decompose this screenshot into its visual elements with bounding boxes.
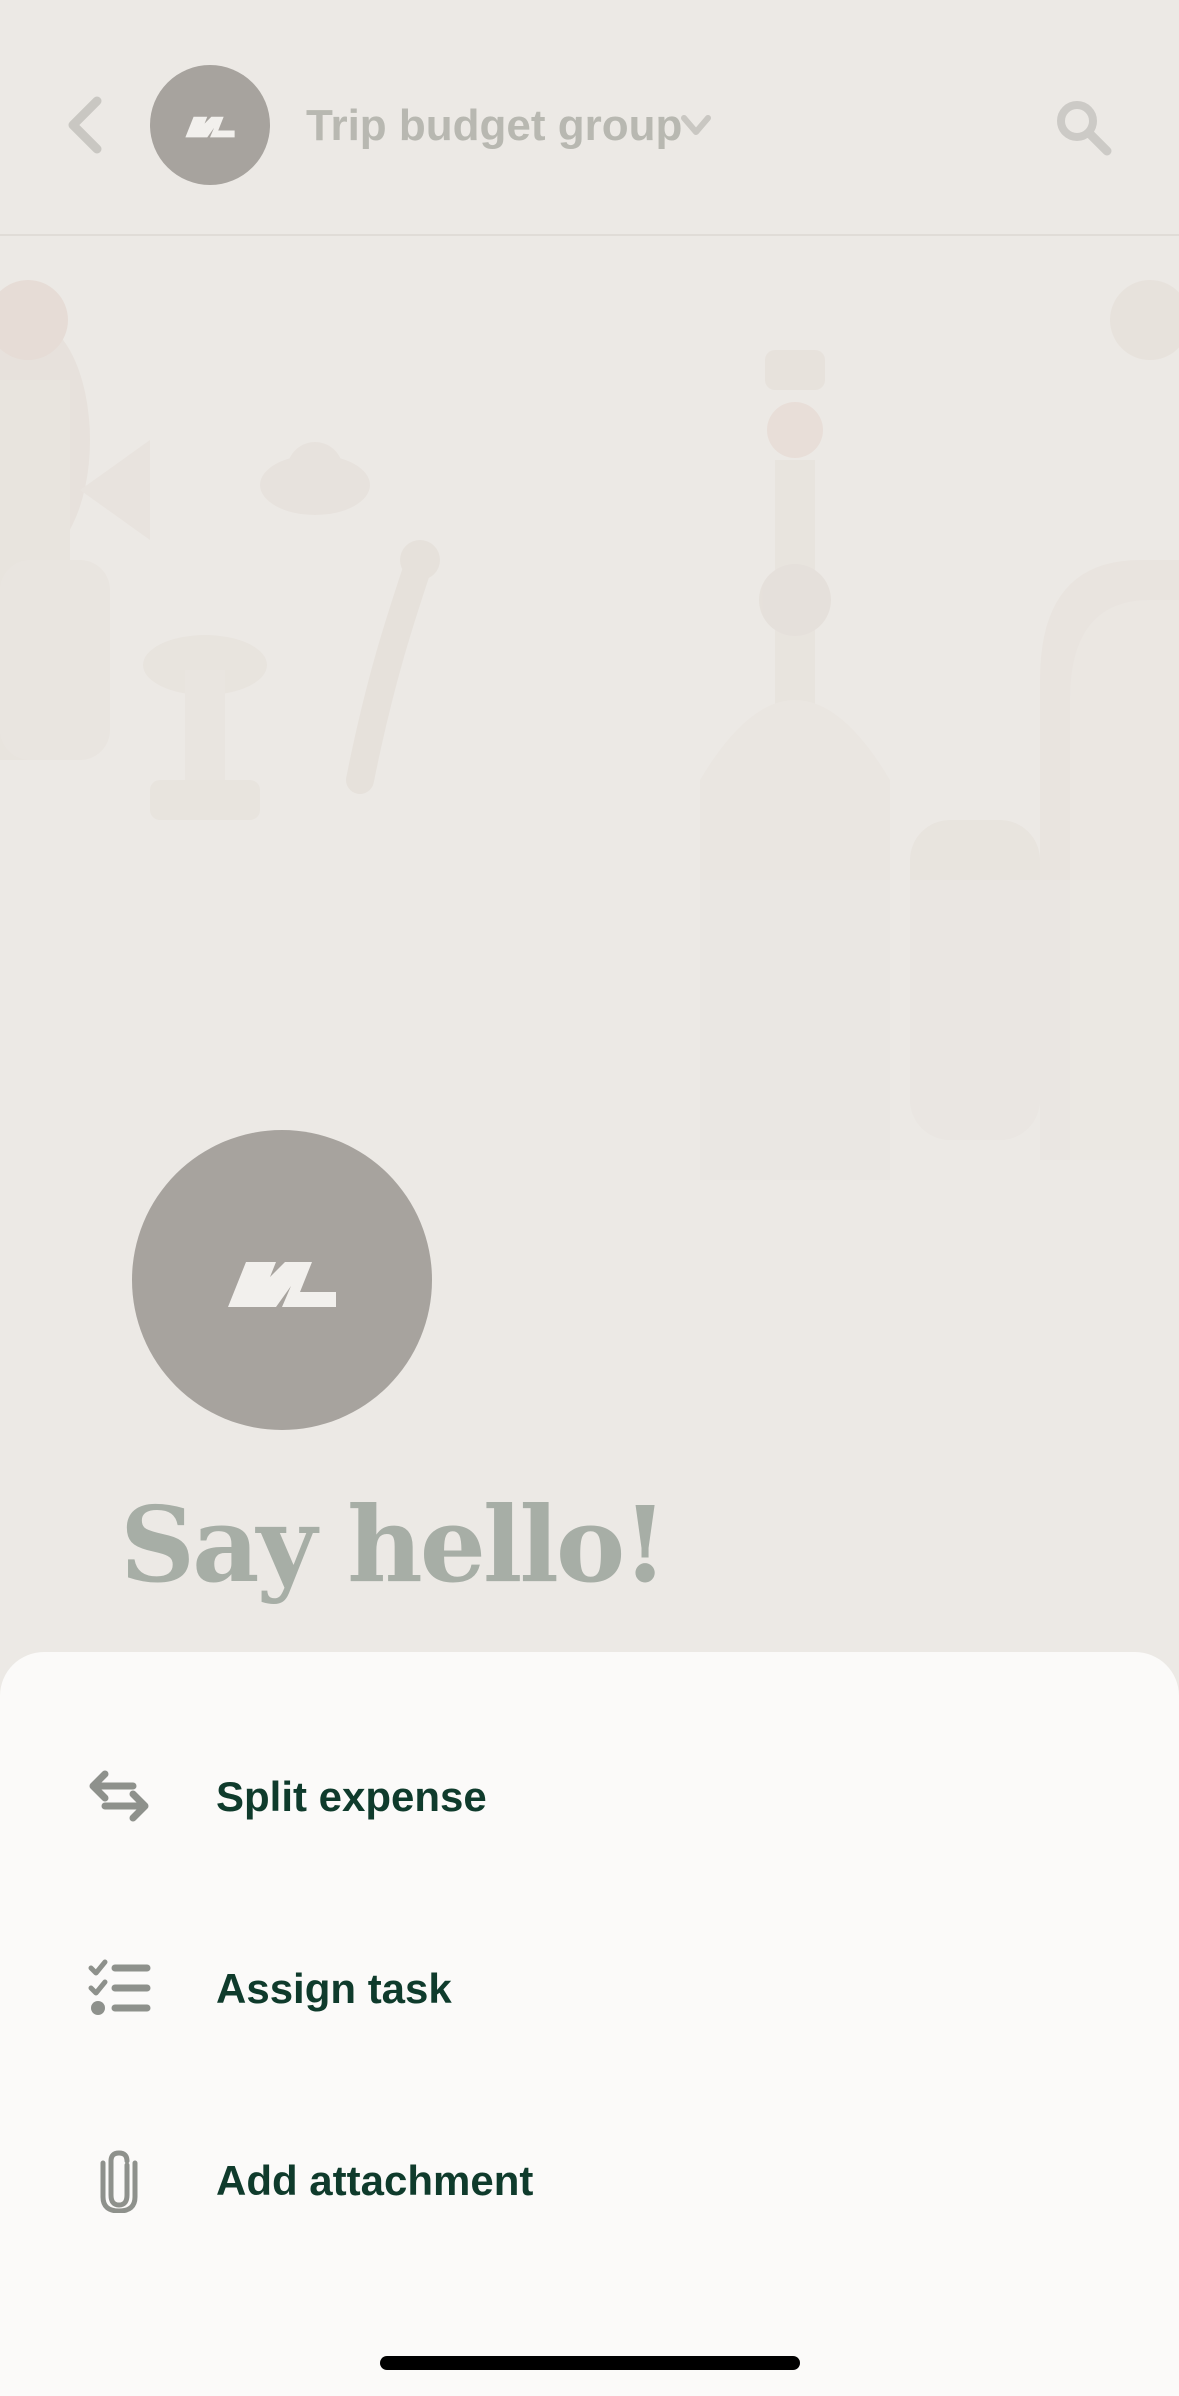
search-button[interactable] [1048, 92, 1118, 162]
add-attachment-label: Add attachment [216, 2157, 534, 2204]
split-expense-label: Split expense [216, 1773, 487, 1820]
paperclip-icon [84, 2145, 154, 2215]
group-avatar-large [132, 1130, 432, 1430]
checklist-icon [84, 1953, 154, 2023]
assign-task-label: Assign task [216, 1965, 452, 2012]
back-button[interactable] [55, 90, 115, 160]
split-arrows-icon [84, 1761, 154, 1831]
chat-header: Trip budget group [0, 0, 1179, 236]
chevron-left-icon [68, 96, 102, 154]
search-icon [1057, 101, 1112, 156]
home-indicator[interactable] [380, 2356, 800, 2370]
add-attachment-option[interactable]: Add attachment [0, 2105, 1179, 2255]
empty-state-greeting: Say hello! [120, 1483, 668, 1606]
actions-bottom-sheet: Split expense Assign task Add attachment [0, 1652, 1179, 2396]
group-title[interactable]: Trip budget group [306, 96, 682, 156]
background-illustration [0, 280, 1179, 1220]
group-avatar[interactable] [150, 65, 270, 185]
assign-task-option[interactable]: Assign task [0, 1913, 1179, 2063]
split-expense-option[interactable]: Split expense [0, 1721, 1179, 1871]
group-logo-icon [228, 1262, 336, 1307]
chevron-down-icon[interactable] [676, 108, 716, 144]
group-logo-icon [185, 116, 235, 138]
